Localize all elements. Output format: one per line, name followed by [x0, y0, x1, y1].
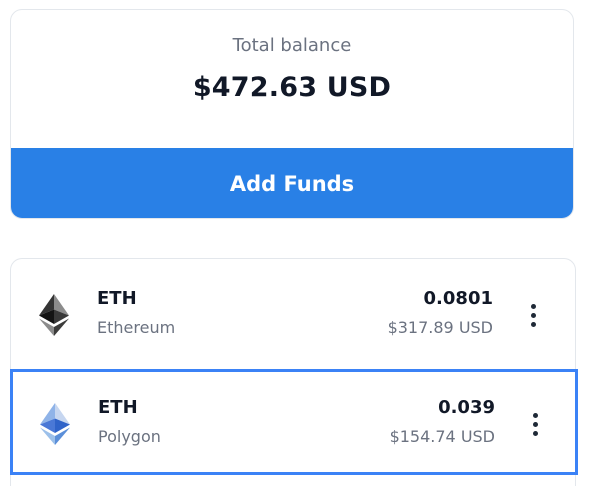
- total-balance-label: Total balance: [232, 35, 352, 56]
- asset-list: ETH Ethereum 0.0801 $317.89 USD ETH Poly…: [10, 258, 578, 486]
- kebab-menu-icon: [530, 312, 536, 318]
- asset-amount: 0.0801: [423, 288, 493, 309]
- kebab-menu-icon: [532, 430, 538, 436]
- asset-symbol: ETH: [98, 397, 138, 418]
- asset-network: Polygon: [98, 427, 161, 446]
- asset-usd-value: $317.89 USD: [387, 318, 493, 337]
- asset-row-eth-polygon[interactable]: ETH Polygon 0.039 $154.74 USD: [10, 369, 578, 475]
- asset-network: Ethereum: [97, 318, 176, 337]
- kebab-menu-icon: [530, 321, 536, 327]
- total-balance-amount: $472.63 USD: [192, 72, 392, 103]
- ethereum-icon: [39, 294, 69, 336]
- more-options-button[interactable]: [521, 299, 545, 331]
- asset-amount: 0.039: [438, 397, 495, 418]
- asset-usd-value: $154.74 USD: [389, 427, 495, 446]
- add-funds-button[interactable]: Add Funds: [11, 148, 573, 218]
- more-options-button[interactable]: [523, 408, 547, 440]
- asset-symbol: ETH: [97, 288, 137, 309]
- asset-row-eth-ethereum[interactable]: ETH Ethereum 0.0801 $317.89 USD: [11, 259, 575, 367]
- balance-card: Total balance $472.63 USD Add Funds: [10, 9, 574, 219]
- ethereum-polygon-icon: [40, 403, 70, 445]
- kebab-menu-icon: [532, 412, 538, 418]
- kebab-menu-icon: [532, 421, 538, 427]
- kebab-menu-icon: [530, 303, 536, 309]
- balance-summary: Total balance $472.63 USD: [11, 10, 573, 148]
